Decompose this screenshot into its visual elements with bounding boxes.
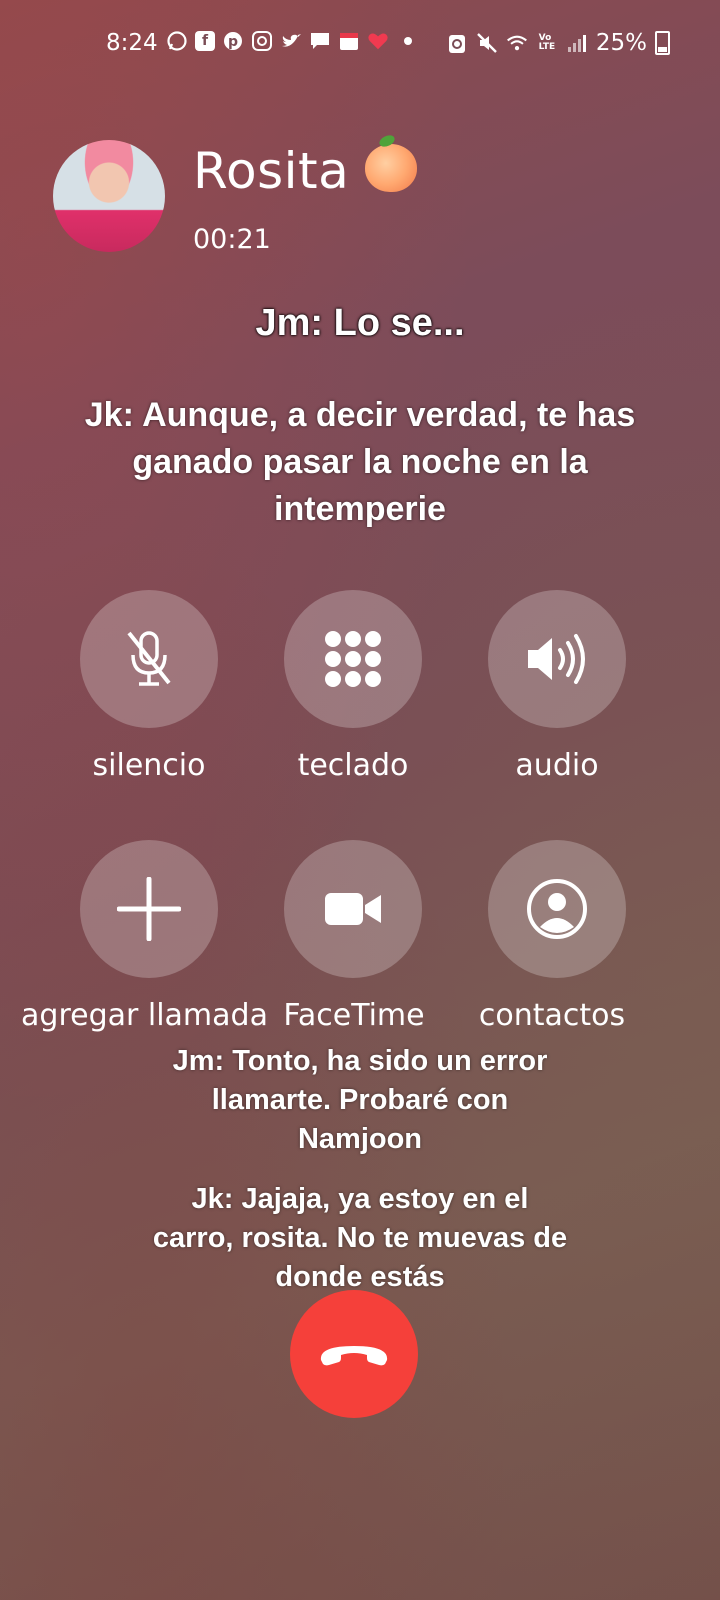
dot-icon: [404, 37, 412, 45]
battery-percent: 25%: [595, 30, 647, 56]
whatsapp-icon: [166, 30, 188, 52]
contacts-label: contactos: [478, 998, 626, 1033]
svg-text:p: p: [228, 34, 238, 50]
peach-emoji-icon: [365, 144, 418, 192]
volte-icon: Vo LTE: [538, 33, 556, 52]
keypad-label: teclado: [297, 748, 409, 783]
video-camera-icon: [325, 893, 381, 925]
recycle-icon: [446, 32, 468, 54]
status-bar: 8:24 f p Vo LTE 25%: [0, 26, 720, 62]
caller-avatar: [53, 140, 165, 252]
notification-icons: f p: [166, 30, 420, 52]
plus-icon: [117, 877, 181, 941]
mute-button[interactable]: [80, 590, 218, 728]
message-icon: [309, 30, 331, 52]
status-time: 8:24: [106, 30, 158, 56]
contact-person-icon: [527, 879, 587, 939]
end-call-button[interactable]: [290, 1290, 418, 1418]
keypad-icon: [325, 631, 381, 687]
call-duration: 00:21: [193, 224, 271, 255]
mute-label: silencio: [92, 748, 206, 783]
add-call-button[interactable]: [80, 840, 218, 978]
contacts-button[interactable]: [488, 840, 626, 978]
battery-icon: [655, 31, 670, 55]
calendar-icon: [338, 30, 360, 52]
instagram-icon: [251, 30, 273, 52]
facebook-icon: f: [195, 31, 215, 51]
subtitle-line-1: Jm: Lo se...: [255, 302, 465, 344]
keypad-button[interactable]: [284, 590, 422, 728]
signal-icon: [566, 32, 588, 54]
caller-name: Rosita: [193, 142, 350, 200]
audio-button[interactable]: [488, 590, 626, 728]
audio-label: audio: [515, 748, 599, 783]
subtitle-line-2: Jk: Aunque, a decir verdad, te has ganad…: [84, 396, 636, 528]
twitter-icon: [280, 30, 302, 52]
mute-icon: [476, 32, 498, 54]
heart-icon: [367, 30, 389, 52]
hang-up-icon: [320, 1346, 388, 1366]
wifi-icon: [506, 32, 528, 54]
subtitle-line-4: Jk: Jajaja, ya estoy en el carro, rosita…: [152, 1183, 568, 1293]
system-icons: Vo LTE 25%: [446, 30, 670, 56]
add-call-label: agregar llamada: [21, 998, 268, 1033]
facetime-button[interactable]: [284, 840, 422, 978]
pinterest-icon: p: [222, 30, 244, 52]
mic-off-icon: [127, 631, 171, 686]
speaker-icon: [528, 634, 585, 684]
caller-name-row: Rosita: [193, 142, 418, 200]
facetime-label: FaceTime: [283, 998, 425, 1033]
subtitle-line-3: Jm: Tonto, ha sido un error llamarte. Pr…: [172, 1045, 548, 1155]
